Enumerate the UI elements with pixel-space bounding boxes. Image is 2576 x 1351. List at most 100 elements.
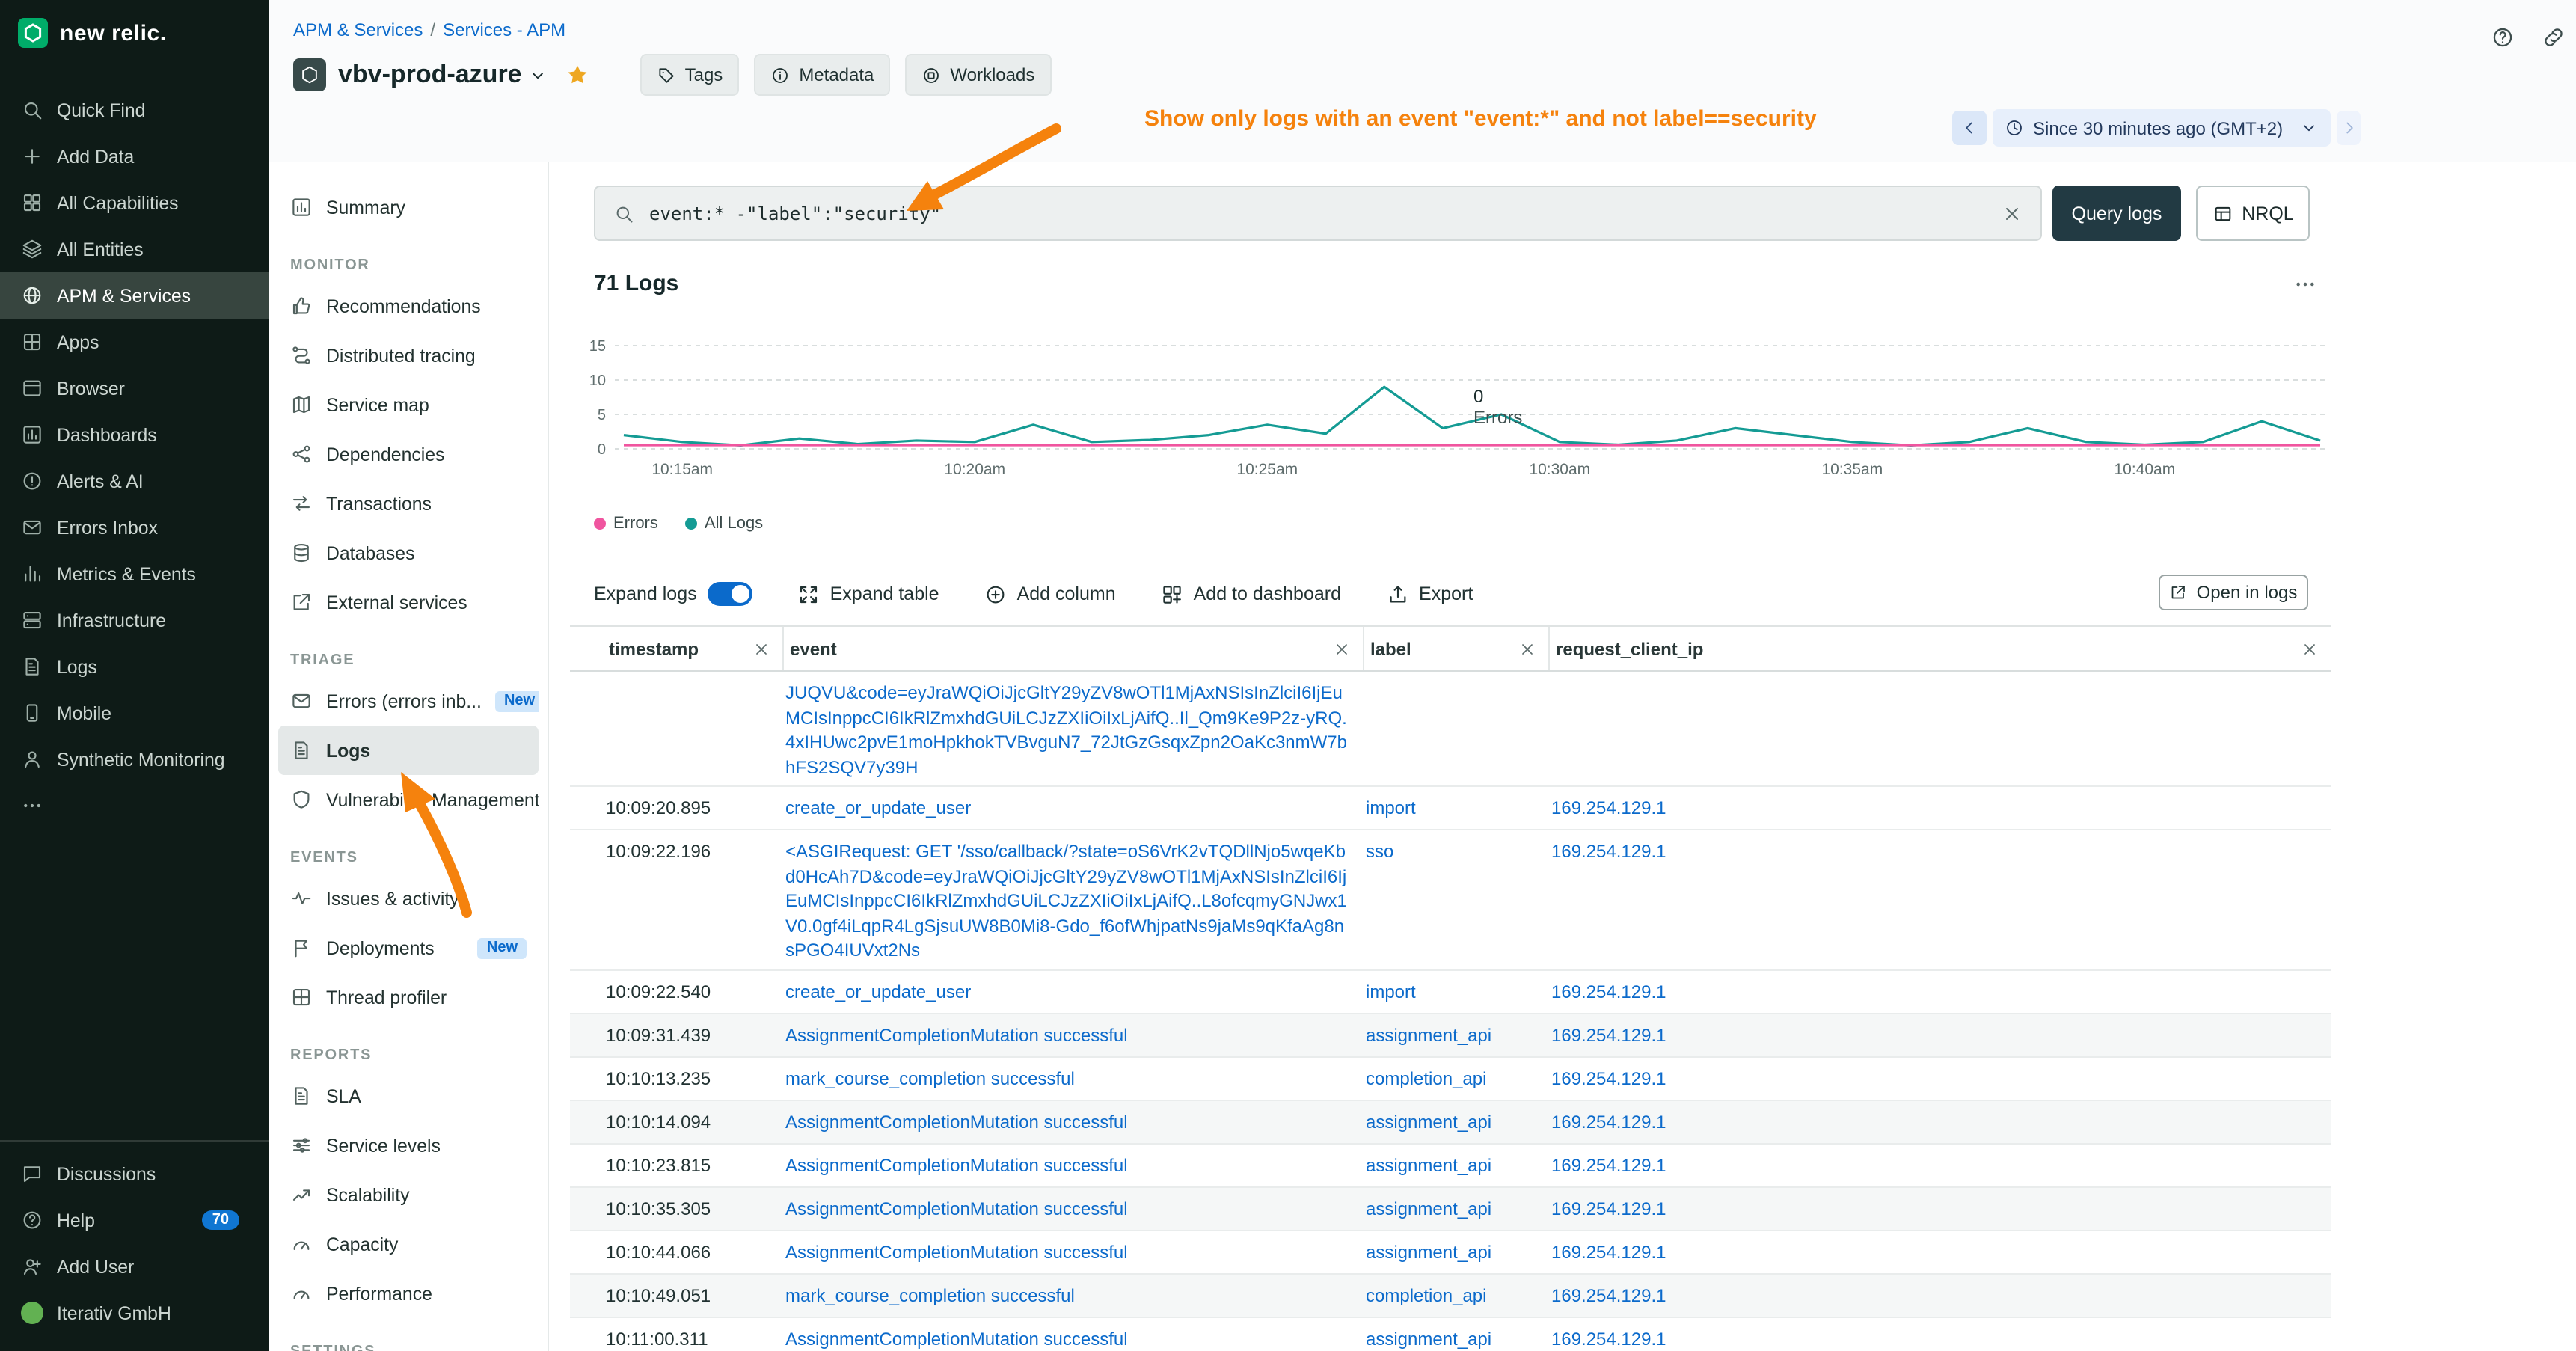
sidebar-item-all-entities[interactable]: All Entities xyxy=(0,226,269,272)
log-label-link[interactable]: assignment_api xyxy=(1366,1241,1491,1262)
log-row[interactable]: 10:10:49.051 mark_course_completion succ… xyxy=(570,1274,2331,1317)
sidebar-item-apps[interactable]: Apps xyxy=(0,319,269,365)
legend-item-all-logs[interactable]: All Logs xyxy=(685,515,763,533)
log-ip-link[interactable]: 169.254.129.1 xyxy=(1551,1067,1666,1088)
log-event-link[interactable]: <ASGIRequest: GET '/sso/callback/?state=… xyxy=(785,841,1347,961)
tags-button[interactable]: Tags xyxy=(640,54,740,96)
new-relic-logo[interactable]: new relic. xyxy=(0,0,269,63)
log-label-link[interactable]: completion_api xyxy=(1366,1067,1486,1088)
subnav-item-logs[interactable]: Logs xyxy=(278,726,539,775)
subnav-item-external-services[interactable]: External services xyxy=(278,578,539,627)
log-row[interactable]: 10:10:44.066 AssignmentCompletionMutatio… xyxy=(570,1231,2331,1274)
sidebar-item-help[interactable]: Help70 xyxy=(0,1197,269,1243)
log-event-link[interactable]: AssignmentCompletionMutation successful xyxy=(785,1241,1128,1262)
log-event-link[interactable]: AssignmentCompletionMutation successful xyxy=(785,1154,1128,1175)
sidebar-item-apm-services[interactable]: APM & Services xyxy=(0,272,269,319)
subnav-item-sla[interactable]: SLA xyxy=(278,1071,539,1121)
breadcrumb-parent-link[interactable]: APM & Services xyxy=(293,19,423,40)
remove-column-icon[interactable] xyxy=(1518,640,1536,658)
workloads-button[interactable]: Workloads xyxy=(905,54,1051,96)
log-event-link[interactable]: mark_course_completion successful xyxy=(785,1067,1075,1088)
log-row[interactable]: 10:11:00.311 AssignmentCompletionMutatio… xyxy=(570,1317,2331,1351)
subnav-item-summary[interactable]: Summary xyxy=(278,183,539,232)
sidebar-item-quick-find[interactable]: Quick Find xyxy=(0,87,269,133)
log-label-link[interactable]: completion_api xyxy=(1366,1284,1486,1305)
remove-column-icon[interactable] xyxy=(752,640,770,658)
log-label-link[interactable]: assignment_api xyxy=(1366,1111,1491,1132)
permalink-icon[interactable] xyxy=(2542,25,2566,49)
sidebar-item-browser[interactable]: Browser xyxy=(0,365,269,411)
log-row[interactable]: 10:09:22.540 create_or_update_user impor… xyxy=(570,970,2331,1014)
breadcrumb-current-link[interactable]: Services - APM xyxy=(443,19,565,40)
log-ip-link[interactable]: 169.254.129.1 xyxy=(1551,1241,1666,1262)
subnav-item-databases[interactable]: Databases xyxy=(278,528,539,578)
subnav-item-thread-profiler[interactable]: Thread profiler xyxy=(278,972,539,1022)
log-ip-link[interactable]: 169.254.129.1 xyxy=(1551,1284,1666,1305)
subnav-item-deployments[interactable]: DeploymentsNew xyxy=(278,923,539,972)
log-row[interactable]: 10:10:13.235 mark_course_completion succ… xyxy=(570,1057,2331,1100)
subnav-item-scalability[interactable]: Scalability xyxy=(278,1170,539,1219)
sidebar-item-infrastructure[interactable]: Infrastructure xyxy=(0,597,269,643)
favorite-star-icon[interactable] xyxy=(565,63,589,87)
entity-name-dropdown[interactable]: vbv-prod-azure xyxy=(338,60,548,90)
add-column-button[interactable]: Add column xyxy=(984,583,1116,605)
subnav-item-vulnerability-management[interactable]: Vulnerability Management xyxy=(278,775,539,824)
log-event-link[interactable]: AssignmentCompletionMutation successful xyxy=(785,1328,1128,1349)
log-ip-link[interactable]: 169.254.129.1 xyxy=(1551,841,1666,862)
log-event-link[interactable]: create_or_update_user xyxy=(785,797,971,818)
time-picker[interactable]: Since 30 minutes ago (GMT+2) xyxy=(1993,109,2331,147)
sidebar-item-add-user[interactable]: Add User xyxy=(0,1243,269,1290)
remove-column-icon[interactable] xyxy=(2301,640,2319,658)
log-row[interactable]: 10:10:14.094 AssignmentCompletionMutatio… xyxy=(570,1100,2331,1144)
help-circle-icon[interactable] xyxy=(2491,25,2515,49)
log-event-link[interactable]: create_or_update_user xyxy=(785,981,971,1002)
remove-column-icon[interactable] xyxy=(1333,640,1351,658)
subnav-item-service-map[interactable]: Service map xyxy=(278,380,539,429)
log-label-link[interactable]: assignment_api xyxy=(1366,1328,1491,1349)
sidebar-item-dashboards[interactable]: Dashboards xyxy=(0,411,269,458)
log-query-input[interactable] xyxy=(646,201,1990,225)
sidebar-item-errors-inbox[interactable]: Errors Inbox xyxy=(0,504,269,551)
log-ip-link[interactable]: 169.254.129.1 xyxy=(1551,1328,1666,1349)
metadata-button[interactable]: Metadata xyxy=(754,54,890,96)
legend-item-errors[interactable]: Errors xyxy=(594,515,658,533)
log-row[interactable]: 10:09:31.439 AssignmentCompletionMutatio… xyxy=(570,1014,2331,1057)
subnav-item-capacity[interactable]: Capacity xyxy=(278,1219,539,1269)
sidebar-item-metrics-events[interactable]: Metrics & Events xyxy=(0,551,269,597)
sidebar-item-discussions[interactable]: Discussions xyxy=(0,1151,269,1197)
column-header-event[interactable]: event xyxy=(782,627,1363,670)
log-ip-link[interactable]: 169.254.129.1 xyxy=(1551,1111,1666,1132)
time-forward-button[interactable] xyxy=(2337,111,2361,145)
log-event-link[interactable]: AssignmentCompletionMutation successful xyxy=(785,1111,1128,1132)
sidebar-item-more[interactable] xyxy=(0,782,269,829)
sidebar-item-mobile[interactable]: Mobile xyxy=(0,690,269,736)
logs-more-menu-icon[interactable] xyxy=(2293,272,2317,296)
log-row[interactable]: 10:09:20.895 create_or_update_user impor… xyxy=(570,787,2331,830)
sidebar-item-all-capabilities[interactable]: All Capabilities xyxy=(0,180,269,226)
log-label-link[interactable]: assignment_api xyxy=(1366,1154,1491,1175)
log-event-link[interactable]: AssignmentCompletionMutation successful xyxy=(785,1024,1128,1045)
expand-table-button[interactable]: Expand table xyxy=(797,583,939,605)
sidebar-item-synthetic-monitoring[interactable]: Synthetic Monitoring xyxy=(0,736,269,782)
subnav-item-transactions[interactable]: Transactions xyxy=(278,479,539,528)
subnav-item-dependencies[interactable]: Dependencies xyxy=(278,429,539,479)
log-label-link[interactable]: sso xyxy=(1366,841,1393,862)
log-row[interactable]: 10:10:35.305 AssignmentCompletionMutatio… xyxy=(570,1187,2331,1231)
export-button[interactable]: Export xyxy=(1386,583,1473,605)
subnav-item-performance[interactable]: Performance xyxy=(278,1269,539,1318)
nrql-button[interactable]: NRQL xyxy=(2196,186,2310,241)
log-ip-link[interactable]: 169.254.129.1 xyxy=(1551,981,1666,1002)
sidebar-item-account[interactable]: Iterativ GmbH xyxy=(0,1290,269,1336)
subnav-item-distributed-tracing[interactable]: Distributed tracing xyxy=(278,331,539,380)
log-ip-link[interactable]: 169.254.129.1 xyxy=(1551,797,1666,818)
log-label-link[interactable]: import xyxy=(1366,981,1416,1002)
log-label-link[interactable]: assignment_api xyxy=(1366,1198,1491,1219)
log-label-link[interactable]: assignment_api xyxy=(1366,1024,1491,1045)
log-row[interactable]: JUQVU&code=eyJraWQiOiJjcGltY29yZV8wOTl1M… xyxy=(570,672,2331,787)
log-label-link[interactable]: import xyxy=(1366,797,1416,818)
time-back-button[interactable] xyxy=(1952,111,1987,145)
column-header-timestamp[interactable]: timestamp xyxy=(603,627,782,670)
log-event-link[interactable]: mark_course_completion successful xyxy=(785,1284,1075,1305)
log-row[interactable]: 10:10:23.815 AssignmentCompletionMutatio… xyxy=(570,1144,2331,1187)
subnav-item-recommendations[interactable]: Recommendations xyxy=(278,281,539,331)
